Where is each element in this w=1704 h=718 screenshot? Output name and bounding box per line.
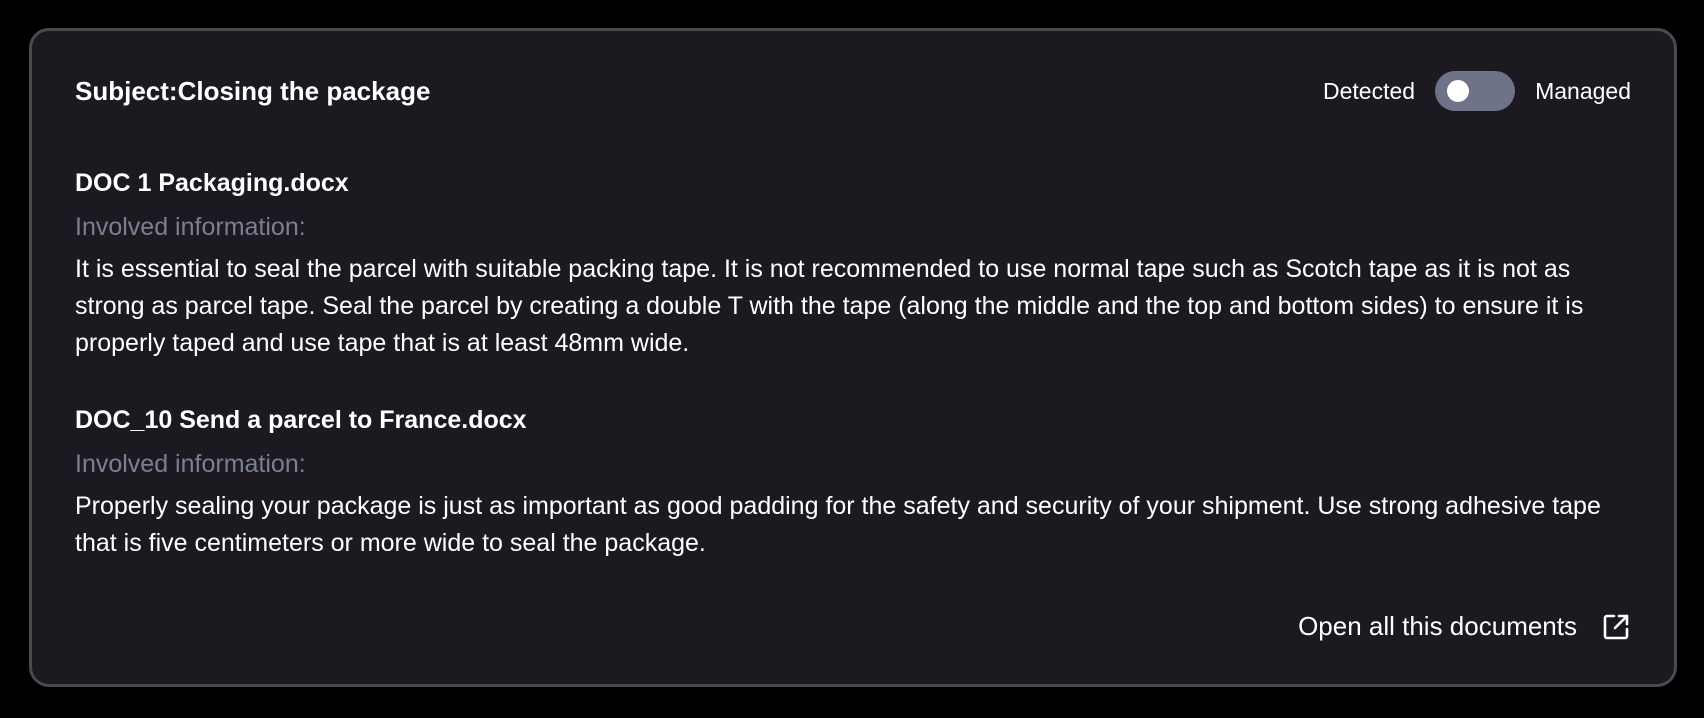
card-content: Subject:Closing the package Detected Man… — [75, 31, 1631, 684]
involved-information-label: Involved information: — [75, 213, 306, 241]
document-title[interactable]: DOC 1 Packaging.docx — [75, 167, 1631, 199]
subject-title: Subject:Closing the package — [75, 76, 431, 106]
document-entry: DOC_10 Send a parcel to France.docx Invo… — [75, 404, 1631, 562]
subject-card: Subject:Closing the package Detected Man… — [29, 28, 1677, 687]
toggle-label-detected: Detected — [1323, 77, 1416, 104]
document-title[interactable]: DOC_10 Send a parcel to France.docx — [75, 404, 1631, 436]
open-all-documents-label: Open all this documents — [1298, 611, 1577, 641]
detected-managed-toggle[interactable] — [1435, 71, 1516, 111]
external-link-icon — [1601, 612, 1631, 642]
detected-managed-toggle-group: Detected Managed — [1323, 71, 1631, 111]
toggle-knob — [1447, 80, 1470, 102]
open-all-documents-link[interactable]: Open all this documents — [1298, 611, 1631, 642]
toggle-label-managed: Managed — [1535, 77, 1631, 104]
involved-information-text: Properly sealing your package is just as… — [75, 492, 1601, 557]
involved-information-text: It is essential to seal the parcel with … — [75, 255, 1584, 357]
document-entry: DOC 1 Packaging.docx Involved informatio… — [75, 167, 1631, 362]
involved-information-label: Involved information: — [75, 450, 306, 478]
